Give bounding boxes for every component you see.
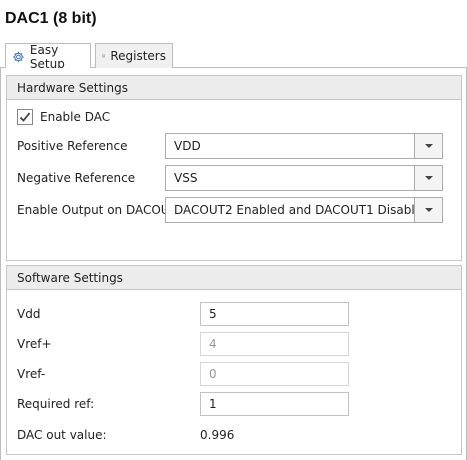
tab-content: Hardware Settings Enable DAC Positive Re… bbox=[0, 68, 467, 460]
vref-plus-label: Vref+ bbox=[17, 337, 52, 351]
vdd-label: Vdd bbox=[17, 307, 41, 321]
tab-registers-label: Registers bbox=[110, 49, 166, 63]
title-bar: DAC1 (8 bit) bbox=[0, 0, 467, 38]
output-select[interactable]: DACOUT2 Enabled and DACOUT1 Disabled bbox=[165, 197, 443, 223]
vref-plus-field bbox=[200, 332, 349, 356]
tab-registers[interactable]: Registers bbox=[95, 43, 173, 68]
vdd-field[interactable] bbox=[200, 302, 349, 326]
positive-reference-dropdown-button[interactable] bbox=[414, 134, 442, 158]
vref-minus-field bbox=[200, 362, 349, 386]
tab-easy-setup[interactable]: Easy Setup bbox=[5, 42, 91, 71]
vref-minus-label: Vref- bbox=[17, 367, 46, 381]
negative-reference-select[interactable]: VSS bbox=[165, 165, 443, 191]
required-ref-input[interactable] bbox=[201, 393, 348, 415]
required-ref-field[interactable] bbox=[200, 392, 349, 416]
vref-minus-input bbox=[201, 363, 348, 385]
enable-dac-label: Enable DAC bbox=[40, 110, 111, 124]
tab-strip: Easy Setup Registers bbox=[0, 38, 467, 71]
software-settings-group: Software Settings Vdd Vref+ Vref- Requir… bbox=[6, 265, 462, 455]
required-ref-label: Required ref: bbox=[17, 397, 95, 411]
output-dropdown-button[interactable] bbox=[414, 198, 442, 222]
chevron-down-icon bbox=[424, 144, 433, 148]
dac-out-label: DAC out value: bbox=[17, 428, 107, 442]
positive-reference-select[interactable]: VDD bbox=[165, 133, 443, 159]
hardware-settings-group: Hardware Settings Enable DAC Positive Re… bbox=[6, 75, 462, 261]
positive-reference-value: VDD bbox=[174, 139, 201, 153]
table-icon bbox=[102, 54, 106, 58]
chevron-down-icon bbox=[424, 208, 433, 212]
vref-plus-input bbox=[201, 333, 348, 355]
positive-reference-label: Positive Reference bbox=[17, 139, 128, 153]
negative-reference-dropdown-button[interactable] bbox=[414, 166, 442, 190]
negative-reference-value: VSS bbox=[174, 171, 198, 185]
software-settings-header: Software Settings bbox=[7, 266, 461, 290]
checkmark-icon bbox=[19, 112, 31, 122]
dac-out-value: 0.996 bbox=[200, 428, 235, 442]
tab-easy-setup-label: Easy Setup bbox=[29, 42, 65, 71]
enable-dac-checkbox[interactable] bbox=[17, 109, 33, 125]
gear-icon bbox=[13, 51, 24, 62]
hardware-settings-header: Hardware Settings bbox=[7, 76, 461, 100]
output-value: DACOUT2 Enabled and DACOUT1 Disabled bbox=[174, 203, 430, 217]
vdd-input[interactable] bbox=[201, 303, 348, 325]
chevron-down-icon bbox=[424, 176, 433, 180]
output-label: Enable Output on DACOUT bbox=[17, 203, 177, 217]
window-title: DAC1 (8 bit) bbox=[5, 10, 97, 27]
negative-reference-label: Negative Reference bbox=[17, 171, 136, 185]
